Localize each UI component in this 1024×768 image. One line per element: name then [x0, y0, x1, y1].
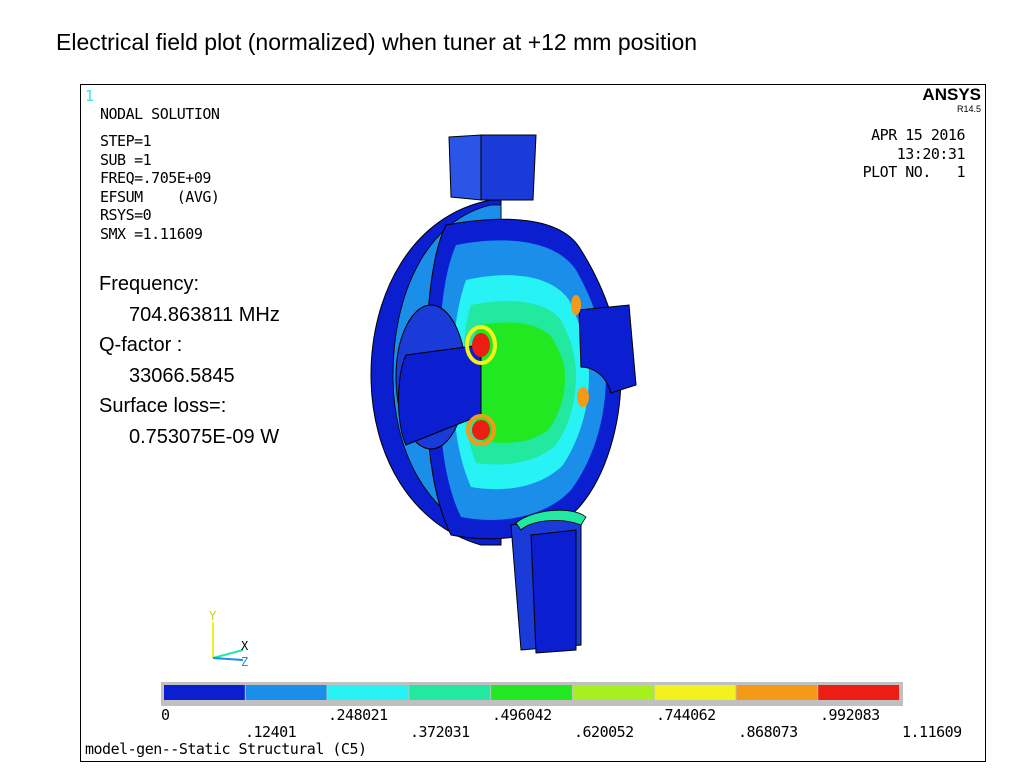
legend-tick-8: .868073 — [738, 723, 798, 741]
axis-z-label: Z — [241, 655, 248, 669]
bottom-coupler-inner — [530, 529, 577, 654]
legend-swatch — [245, 685, 327, 700]
legend-tick-4: .992083 — [820, 706, 880, 724]
hotspot-right-lower — [577, 387, 589, 407]
legend-swatch — [491, 685, 572, 700]
legend-swatch — [818, 685, 899, 700]
param-line: RSYS=0 — [100, 206, 152, 225]
param-line: SMX =1.11609 — [100, 224, 203, 243]
param-line: STEP=1 — [100, 132, 152, 150]
cavity-model — [370, 134, 637, 654]
legend-tick-5: .12401 — [245, 723, 297, 741]
result-type: NODAL SOLUTION — [100, 105, 220, 123]
plot-number: PLOT NO. 1 — [862, 163, 966, 181]
hotspot-right-upper — [571, 295, 581, 315]
legend-swatch — [164, 685, 245, 700]
date-block: APR 15 2016 13:20:31 PLOT NO. 1 — [862, 126, 966, 182]
q-factor-label: Q-factor : — [99, 334, 183, 356]
frequency-value: 704.863811 MHz — [129, 303, 280, 326]
legend-swatch — [736, 685, 818, 700]
legend-tick-3: .744062 — [656, 706, 716, 724]
legend-tick-2: .496042 — [492, 706, 552, 724]
param-line: SUB =1 — [100, 150, 152, 169]
legend-tick-6: .372031 — [410, 723, 470, 741]
legend-tick-9: 1.11609 — [902, 723, 962, 741]
version-label: R14.5 — [956, 104, 981, 114]
legend-tick-0: 0 — [161, 706, 170, 724]
param-line: EFSUM (AVG) — [100, 187, 220, 206]
legend-tick-7: .620052 — [574, 723, 634, 741]
slide-title: Electrical field plot (normalized) when … — [56, 29, 698, 55]
surface-loss-value: 0.753075E-09 W — [129, 425, 280, 448]
legend-swatch — [327, 685, 409, 700]
hotspot-upper — [472, 333, 490, 357]
legend-swatch — [572, 685, 654, 700]
top-pipe — [480, 134, 537, 201]
frequency-label: Frequency: — [99, 273, 200, 295]
color-legend — [161, 682, 903, 706]
hotspot-lower — [472, 420, 490, 440]
results-annotation: Frequency: 704.863811 MHz Q-factor : 330… — [99, 269, 280, 452]
legend-tick-1: .248021 — [328, 706, 388, 724]
axis-x-label: X — [241, 639, 249, 653]
legend-swatch — [654, 685, 736, 700]
top-pipe-side — [448, 134, 482, 201]
window-number: 1 — [85, 87, 95, 105]
plot-time: 13:20:31 — [896, 144, 966, 163]
legend-swatch — [409, 685, 491, 700]
solution-params: STEP=1 SUB =1 FREQ=.705E+09 EFSUM (AVG) … — [100, 132, 220, 244]
axis-triad: Y X Z — [209, 610, 249, 669]
model-footer: model-gen--Static Structural (C5) — [85, 740, 367, 758]
brand-logo: ANSYS — [922, 85, 981, 104]
plot-frame: 1 NODAL SOLUTION STEP=1 SUB =1 FREQ=.705… — [80, 84, 986, 762]
axis-y-label: Y — [209, 610, 217, 623]
surface-loss-label: Surface loss=: — [99, 395, 227, 417]
plot-date: APR 15 2016 — [871, 126, 965, 144]
q-factor-value: 33066.5845 — [129, 364, 235, 387]
param-line: FREQ=.705E+09 — [100, 169, 211, 188]
